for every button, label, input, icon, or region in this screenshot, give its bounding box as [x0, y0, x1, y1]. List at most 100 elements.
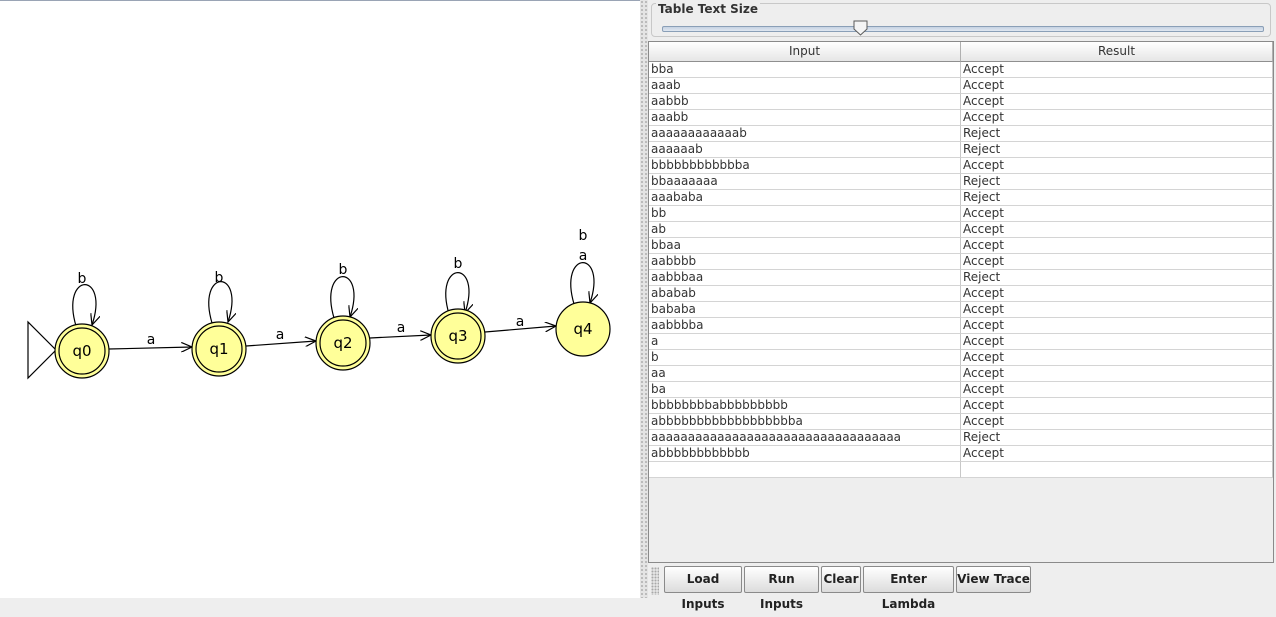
input-cell[interactable]: aaababa [649, 190, 961, 206]
enter-lambda-button[interactable]: Enter Lambda [863, 566, 954, 611]
table-row[interactable]: bba Accept [649, 62, 1273, 78]
table-row[interactable]: abbbbbbbbbbbb Accept [649, 446, 1273, 462]
initial-state-arrow [27, 320, 57, 380]
table-row[interactable]: bbaaaaaaa Reject [649, 174, 1273, 190]
input-cell[interactable]: b [649, 350, 961, 366]
table-row[interactable]: aaab Accept [649, 78, 1273, 94]
table-header: Input Result [649, 42, 1273, 62]
input-cell[interactable] [649, 462, 961, 478]
transition-label-q3-q4: a [516, 314, 525, 330]
table-row[interactable]: aaaaaaaaaaaab Reject [649, 126, 1273, 142]
table-row[interactable]: bbaa Accept [649, 238, 1273, 254]
result-cell: Accept [961, 238, 1273, 254]
result-cell: Accept [961, 382, 1273, 398]
input-cell[interactable]: abbbbbbbbbbbb [649, 446, 961, 462]
input-cell[interactable]: aaab [649, 78, 961, 94]
table-row[interactable]: ababab Accept [649, 286, 1273, 302]
state-q0[interactable]: q0 [54, 323, 110, 379]
input-cell[interactable]: bbbbbbbbbbbba [649, 158, 961, 174]
table-row[interactable]: aaaaaab Reject [649, 142, 1273, 158]
input-cell[interactable]: bb [649, 206, 961, 222]
table-row[interactable]: aabbbba Accept [649, 318, 1273, 334]
slider-thumb[interactable] [853, 20, 868, 36]
self-loop-q1 [208, 281, 232, 323]
input-cell[interactable]: aaaaaaaaaaaab [649, 126, 961, 142]
result-cell: Accept [961, 446, 1273, 462]
input-cell[interactable]: bbaa [649, 238, 961, 254]
toolbar-grip[interactable] [651, 567, 659, 595]
input-cell[interactable]: aaaaaab [649, 142, 961, 158]
table-row[interactable]: bababa Accept [649, 302, 1273, 318]
automaton-canvas[interactable]: a a a a b b b b b a q0 q1 q2 q3 q4 [0, 0, 640, 598]
loop-label-q2: b [339, 262, 348, 278]
result-cell: Accept [961, 366, 1273, 382]
input-cell[interactable]: aabbbba [649, 318, 961, 334]
state-q3[interactable]: q3 [430, 308, 486, 364]
loop-label-q0: b [78, 271, 87, 287]
column-header-input[interactable]: Input [649, 42, 961, 62]
state-label-q4: q4 [573, 320, 592, 338]
transition-label-q2-q3: a [397, 320, 406, 336]
table-row[interactable]: abbbbbbbbbbbbbbbbbba Accept [649, 414, 1273, 430]
table-row[interactable]: aabbb Accept [649, 94, 1273, 110]
run-inputs-button[interactable]: Run Inputs [744, 566, 819, 611]
result-cell: Accept [961, 350, 1273, 366]
result-cell [961, 462, 1273, 478]
input-cell[interactable]: bbaaaaaaa [649, 174, 961, 190]
input-cell[interactable]: ba [649, 382, 961, 398]
result-cell: Accept [961, 254, 1273, 270]
table-row[interactable]: aaabb Accept [649, 110, 1273, 126]
load-inputs-button[interactable]: Load Inputs [664, 566, 742, 611]
table-row[interactable]: ab Accept [649, 222, 1273, 238]
result-cell: Reject [961, 270, 1273, 286]
input-cell[interactable]: ababab [649, 286, 961, 302]
split-pane-divider[interactable] [640, 0, 648, 598]
transition-label-q1-q2: a [276, 327, 285, 343]
input-cell[interactable]: aaaaaaaaaaaaaaaaaaaaaaaaaaaaaaaaaa [649, 430, 961, 446]
transition-label-q0-q1: a [147, 332, 156, 348]
input-cell[interactable]: bba [649, 62, 961, 78]
state-label-q3: q3 [448, 327, 467, 345]
input-cell[interactable]: aa [649, 366, 961, 382]
table-row[interactable]: bb Accept [649, 206, 1273, 222]
table-row[interactable]: aaaaaaaaaaaaaaaaaaaaaaaaaaaaaaaaaa Reject [649, 430, 1273, 446]
table-row[interactable]: aaababa Reject [649, 190, 1273, 206]
table-row[interactable]: ba Accept [649, 382, 1273, 398]
input-cell[interactable]: aabbbaa [649, 270, 961, 286]
table-row[interactable]: bbbbbbbbbbbba Accept [649, 158, 1273, 174]
state-q4[interactable]: q4 [555, 301, 611, 357]
result-cell: Accept [961, 62, 1273, 78]
input-cell[interactable]: ab [649, 222, 961, 238]
result-cell: Accept [961, 94, 1273, 110]
table-text-size-group: Table Text Size [651, 2, 1271, 37]
view-trace-button[interactable]: View Trace [956, 566, 1031, 593]
table-row[interactable]: bbbbbbbbabbbbbbbbb Accept [649, 398, 1273, 414]
table-row[interactable]: a Accept [649, 334, 1273, 350]
input-cell[interactable]: aabbbb [649, 254, 961, 270]
result-cell: Accept [961, 78, 1273, 94]
input-cell[interactable]: abbbbbbbbbbbbbbbbbba [649, 414, 961, 430]
clear-button[interactable]: Clear [821, 566, 861, 593]
input-cell[interactable]: aaabb [649, 110, 961, 126]
table-row[interactable]: aabbbb Accept [649, 254, 1273, 270]
loop-label-q1: b [215, 270, 224, 286]
result-cell: Accept [961, 334, 1273, 350]
column-header-result[interactable]: Result [961, 42, 1273, 62]
state-q1[interactable]: q1 [191, 321, 247, 377]
input-cell[interactable]: aabbb [649, 94, 961, 110]
input-cell[interactable]: a [649, 334, 961, 350]
state-label-q0: q0 [72, 342, 91, 360]
automaton-diagram: a a a a b b b b b a q0 q1 q2 q3 q4 [27, 228, 611, 380]
result-cell: Reject [961, 142, 1273, 158]
state-q2[interactable]: q2 [315, 315, 371, 371]
loop-label-q3: b [454, 256, 463, 272]
input-cell[interactable]: bbbbbbbbabbbbbbbbb [649, 398, 961, 414]
table-row[interactable]: aabbbaa Reject [649, 270, 1273, 286]
table-text-size-slider[interactable] [662, 26, 1264, 32]
table-row[interactable]: aa Accept [649, 366, 1273, 382]
table-row[interactable]: b Accept [649, 350, 1273, 366]
result-cell: Reject [961, 174, 1273, 190]
input-cell[interactable]: bababa [649, 302, 961, 318]
result-cell: Accept [961, 302, 1273, 318]
table-row[interactable] [649, 462, 1273, 478]
